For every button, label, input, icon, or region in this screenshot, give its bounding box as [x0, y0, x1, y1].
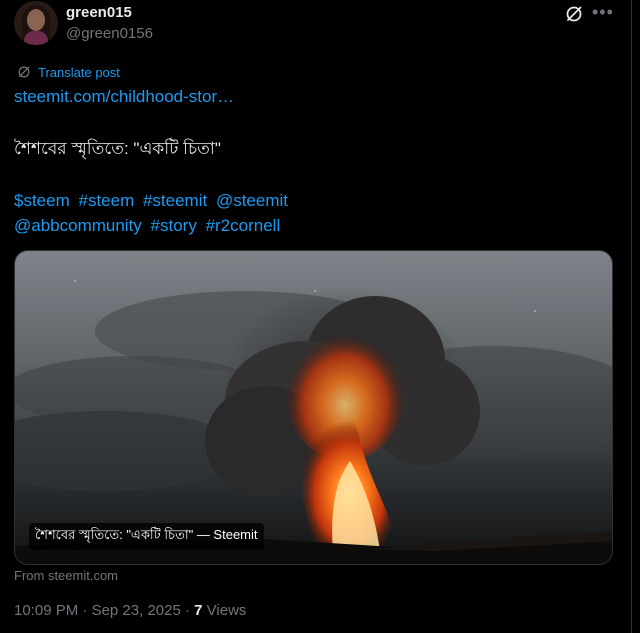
- meta-separator: ·: [78, 602, 92, 619]
- post-title: শৈশবের স্মৃতিতে: "একটি চিতা": [14, 139, 221, 158]
- more-icon[interactable]: •••: [592, 2, 614, 23]
- post-date[interactable]: Sep 23, 2025: [92, 602, 181, 619]
- card-image: [15, 280, 612, 564]
- translate-label: Translate post: [38, 64, 120, 80]
- hashtag[interactable]: #steem: [78, 191, 134, 210]
- meta-separator: ·: [180, 602, 195, 619]
- translate-icon: [18, 66, 30, 78]
- hashtags: $steem #steem #steemit @steemit @abbcomm…: [14, 188, 434, 238]
- card-source[interactable]: From steemit.com: [14, 568, 118, 583]
- post-link[interactable]: steemit.com/childhood-stor…: [14, 87, 234, 107]
- translate-post[interactable]: Translate post: [16, 64, 120, 80]
- avatar-face: [27, 9, 45, 31]
- avatar-body: [24, 31, 48, 45]
- display-name[interactable]: green015: [66, 4, 132, 21]
- views-label: Views: [202, 602, 247, 619]
- grok-icon[interactable]: [564, 4, 584, 24]
- hashtag[interactable]: #r2cornell: [206, 216, 281, 235]
- column-border: [631, 0, 632, 633]
- mention[interactable]: @steemit: [216, 191, 288, 210]
- avatar[interactable]: [14, 1, 58, 45]
- post-time[interactable]: 10:09 PM: [14, 602, 78, 619]
- mention[interactable]: @abbcommunity: [14, 216, 142, 235]
- views-count[interactable]: 7: [194, 602, 202, 619]
- hashtag[interactable]: #steemit: [143, 191, 207, 210]
- hashtag[interactable]: #story: [151, 216, 197, 235]
- user-handle[interactable]: @green0156: [66, 25, 153, 42]
- link-card[interactable]: শৈশবের স্মৃতিতে: "একটি চিতা" — Steemit: [14, 250, 613, 565]
- hashtags-line-2: @abbcommunity #story #r2cornell: [14, 213, 434, 238]
- hashtags-line-1: $steem #steem #steemit @steemit: [14, 188, 434, 213]
- hashtag[interactable]: $steem: [14, 191, 70, 210]
- post-meta: 10:09 PM · Sep 23, 2025 · 7 Views: [14, 602, 246, 619]
- card-caption: শৈশবের স্মৃতিতে: "একটি চিতা" — Steemit: [29, 523, 264, 550]
